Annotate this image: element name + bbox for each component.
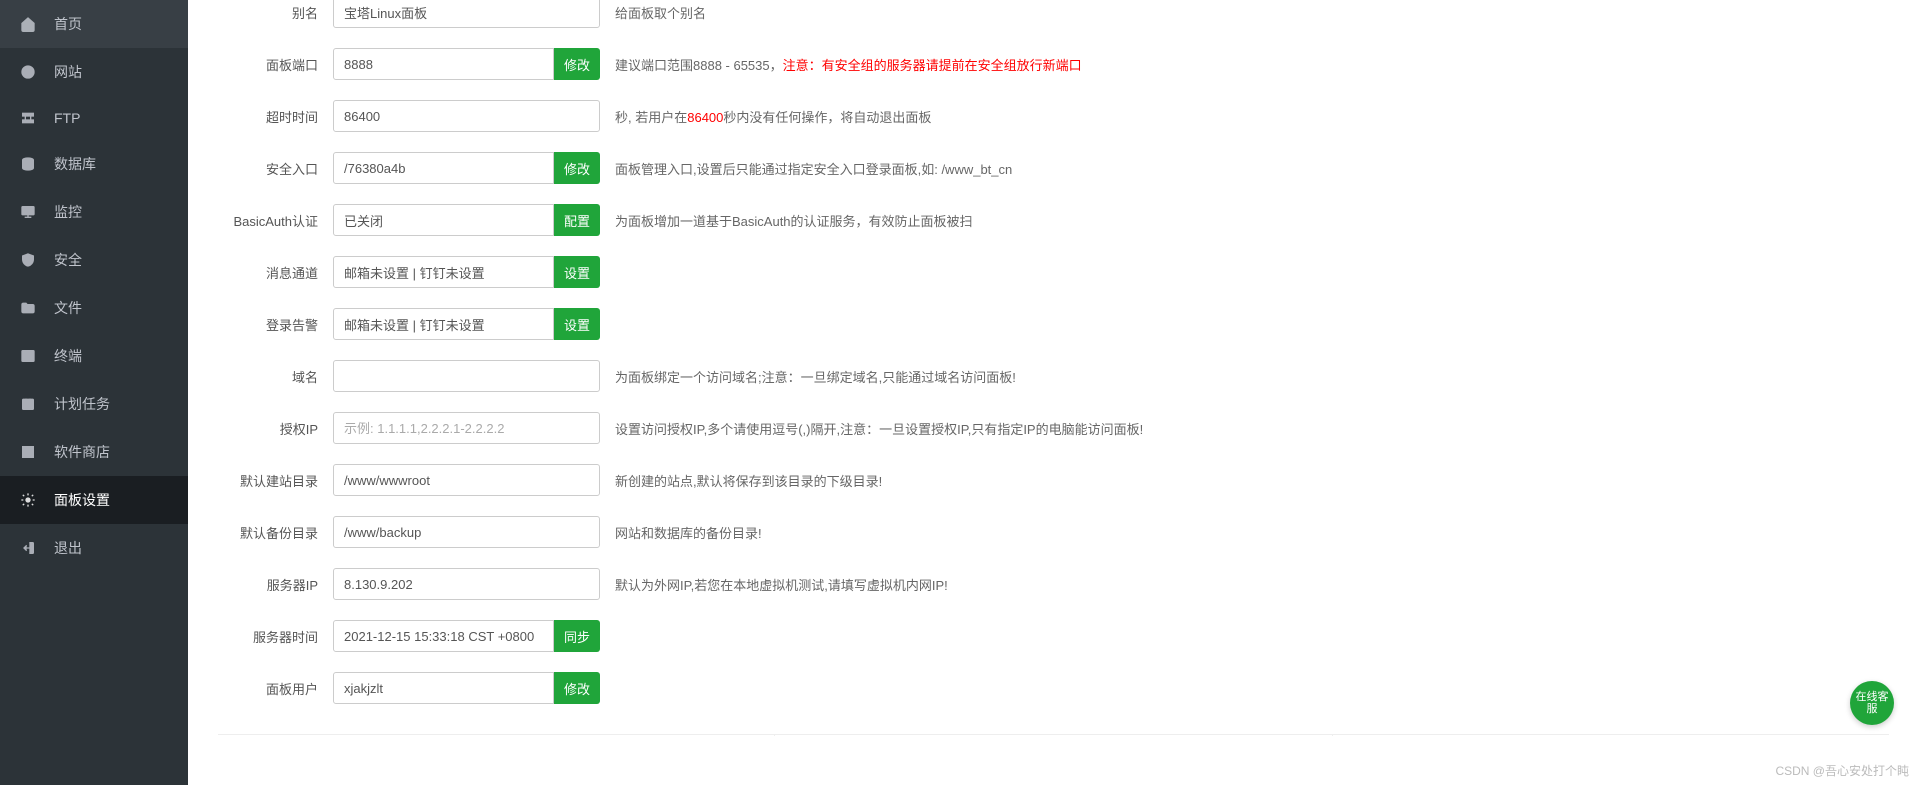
sidebar: 首页 网站 FTP 数据库 监控 安全 文件 终端 xyxy=(0,0,188,785)
hint-domain: 为面板绑定一个访问域名;注意：一旦绑定域名,只能通过域名访问面板! xyxy=(615,367,1889,386)
label-paneluser: 面板用户 xyxy=(218,679,318,698)
main-panel: 别名 给面板取个别名 面板端口 修改 建议端口范围8888 - 65535，注意… xyxy=(188,0,1919,785)
timeout-input[interactable] xyxy=(333,100,600,132)
sidebar-item-label: 安全 xyxy=(54,250,82,270)
label-serverip: 服务器IP xyxy=(218,575,318,594)
hint-entry: 面板管理入口,设置后只能通过指定安全入口登录面板,如: /www_bt_cn xyxy=(615,159,1889,178)
sidebar-item-site[interactable]: 网站 xyxy=(0,48,188,96)
home-icon xyxy=(20,16,36,32)
port-input[interactable] xyxy=(333,48,554,80)
gear-icon xyxy=(20,492,36,508)
label-port: 面板端口 xyxy=(218,55,318,74)
label-alert: 登录告警 xyxy=(218,315,318,334)
entry-input[interactable] xyxy=(333,152,554,184)
sidebar-item-label: 终端 xyxy=(54,346,82,366)
sidebar-item-ftp[interactable]: FTP xyxy=(0,96,188,140)
sidebar-item-home[interactable]: 首页 xyxy=(0,0,188,48)
hint-backupdir: 网站和数据库的备份目录! xyxy=(615,523,1889,542)
sidebar-item-label: 网站 xyxy=(54,62,82,82)
hint-serverip: 默认为外网IP,若您在本地虚拟机测试,请填写虚拟机内网IP! xyxy=(615,575,1889,594)
entry-modify-button[interactable]: 修改 xyxy=(554,152,600,184)
label-ip: 授权IP xyxy=(218,419,318,438)
label-backupdir: 默认备份目录 xyxy=(218,523,318,542)
sidebar-item-label: 退出 xyxy=(54,538,82,558)
hint-alias: 给面板取个别名 xyxy=(615,3,1889,22)
sidebar-item-settings[interactable]: 面板设置 xyxy=(0,476,188,524)
sidebar-item-store[interactable]: 软件商店 xyxy=(0,428,188,476)
paneluser-input[interactable] xyxy=(333,672,554,704)
sitedir-input[interactable] xyxy=(333,464,600,496)
label-basicauth: BasicAuth认证 xyxy=(218,211,318,230)
sidebar-item-db[interactable]: 数据库 xyxy=(0,140,188,188)
calendar-icon xyxy=(20,396,36,412)
globe-icon xyxy=(20,64,36,80)
sidebar-item-cron[interactable]: 计划任务 xyxy=(0,380,188,428)
label-domain: 域名 xyxy=(218,367,318,386)
shield-icon xyxy=(20,252,36,268)
servertime-input xyxy=(333,620,554,652)
label-servertime: 服务器时间 xyxy=(218,627,318,646)
database-icon xyxy=(20,156,36,172)
monitor-icon xyxy=(20,204,36,220)
label-alias: 别名 xyxy=(218,3,318,22)
bottom-divider xyxy=(218,734,1889,736)
paneluser-modify-button[interactable]: 修改 xyxy=(554,672,600,704)
hint-ip: 设置访问授权IP,多个请使用逗号(,)隔开,注意：一旦设置授权IP,只有指定IP… xyxy=(615,419,1889,438)
label-sitedir: 默认建站目录 xyxy=(218,471,318,490)
msg-input xyxy=(333,256,554,288)
folder-icon xyxy=(20,300,36,316)
alert-setup-button[interactable]: 设置 xyxy=(554,308,600,340)
basicauth-input xyxy=(333,204,554,236)
sidebar-item-label: FTP xyxy=(54,110,80,126)
watermark: CSDN @吾心安处打个盹 xyxy=(1775,762,1909,779)
msg-setup-button[interactable]: 设置 xyxy=(554,256,600,288)
alias-input[interactable] xyxy=(333,0,600,28)
terminal-icon xyxy=(20,348,36,364)
support-float-button[interactable]: 在线客服 xyxy=(1850,681,1894,725)
sidebar-item-label: 计划任务 xyxy=(54,394,110,414)
serverip-input[interactable] xyxy=(333,568,600,600)
sidebar-item-exit[interactable]: 退出 xyxy=(0,524,188,572)
hint-sitedir: 新创建的站点,默认将保存到该目录的下级目录! xyxy=(615,471,1889,490)
sidebar-item-label: 面板设置 xyxy=(54,490,110,510)
port-modify-button[interactable]: 修改 xyxy=(554,48,600,80)
label-msg: 消息通道 xyxy=(218,263,318,282)
hint-basicauth: 为面板增加一道基于BasicAuth的认证服务，有效防止面板被扫 xyxy=(615,211,1889,230)
ftp-icon xyxy=(20,110,36,126)
basicauth-config-button[interactable]: 配置 xyxy=(554,204,600,236)
sidebar-item-label: 数据库 xyxy=(54,154,96,174)
exit-icon xyxy=(20,540,36,556)
ip-input[interactable] xyxy=(333,412,600,444)
sidebar-item-label: 文件 xyxy=(54,298,82,318)
label-entry: 安全入口 xyxy=(218,159,318,178)
label-timeout: 超时时间 xyxy=(218,107,318,126)
hint-port: 建议端口范围8888 - 65535，注意：有安全组的服务器请提前在安全组放行新… xyxy=(615,55,1889,74)
servertime-sync-button[interactable]: 同步 xyxy=(554,620,600,652)
sidebar-item-monitor[interactable]: 监控 xyxy=(0,188,188,236)
sidebar-item-files[interactable]: 文件 xyxy=(0,284,188,332)
sidebar-item-label: 首页 xyxy=(54,14,82,34)
alert-input xyxy=(333,308,554,340)
domain-input[interactable] xyxy=(333,360,600,392)
sidebar-item-security[interactable]: 安全 xyxy=(0,236,188,284)
grid-icon xyxy=(20,444,36,460)
backupdir-input[interactable] xyxy=(333,516,600,548)
sidebar-item-label: 监控 xyxy=(54,202,82,222)
hint-timeout: 秒, 若用户在86400秒内没有任何操作，将自动退出面板 xyxy=(615,107,1889,126)
sidebar-item-label: 软件商店 xyxy=(54,442,110,462)
sidebar-item-terminal[interactable]: 终端 xyxy=(0,332,188,380)
